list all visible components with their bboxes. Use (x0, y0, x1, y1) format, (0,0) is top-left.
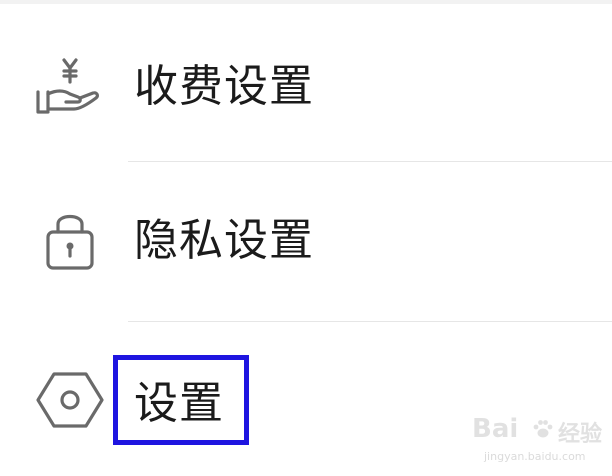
menu-item-label: 收费设置 (134, 61, 314, 112)
baidu-jingyan-watermark: Bai 经验 jingyan.baidu.com (472, 414, 604, 466)
menu-item-privacy-settings[interactable]: 隐私设置 (0, 162, 612, 322)
menu-item-label: 隐私设置 (134, 215, 314, 266)
hexagon-gear-icon (36, 372, 104, 428)
menu-item-charge-settings[interactable]: 收费设置 (0, 4, 612, 162)
lock-icon (46, 214, 94, 270)
watermark-name: 经验 (558, 422, 603, 447)
paw-icon (533, 420, 553, 438)
watermark-url: jingyan.baidu.com (484, 450, 586, 463)
watermark-brand: Bai (472, 414, 519, 444)
hand-yuan-icon (36, 58, 100, 114)
highlight-box (113, 355, 249, 445)
